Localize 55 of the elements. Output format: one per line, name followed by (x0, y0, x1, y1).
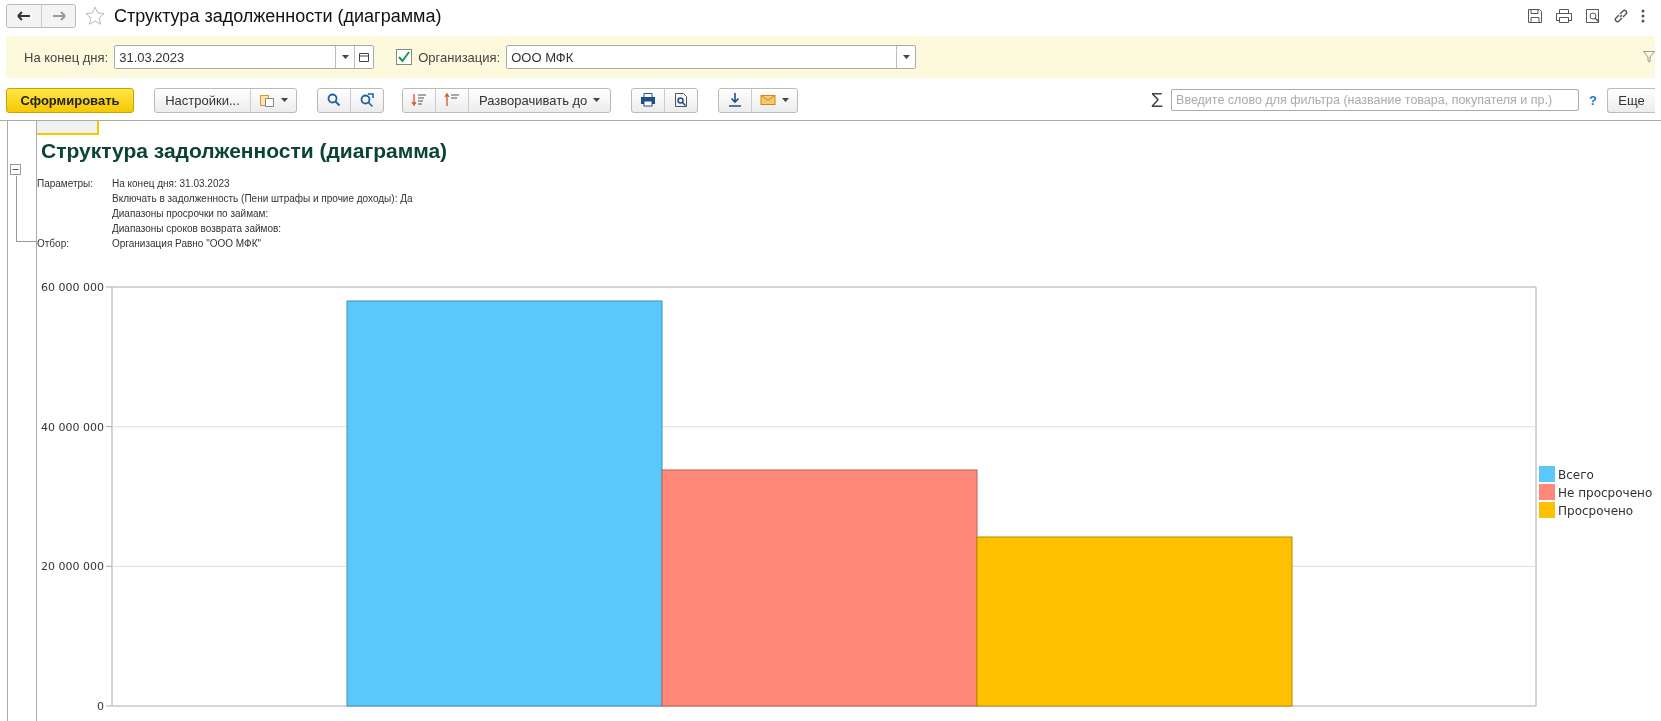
caret-icon (902, 55, 910, 59)
sum-symbol[interactable]: Σ (1150, 88, 1164, 112)
expand-to-button[interactable]: Разворачивать до (468, 88, 611, 112)
filter-icon[interactable] (1643, 51, 1655, 63)
generate-button[interactable]: Сформировать (6, 87, 134, 113)
caret-icon (341, 55, 349, 59)
organization-field[interactable]: ООО МФК (506, 45, 917, 69)
report-title: Структура задолженности (диаграмма) (41, 139, 448, 163)
calendar-icon (359, 52, 370, 62)
preview-icon[interactable] (1585, 8, 1601, 24)
axis-label: 0 (97, 700, 104, 713)
parameter-value: Организация Равно "ООО МФК" (112, 237, 262, 250)
search-field[interactable]: Введите слово для фильтра (название товара, покупателя и пр.) (1171, 89, 1580, 111)
window-title: Структура задолженности (диаграмма) (114, 5, 442, 27)
parameter-label: Отбор: (37, 237, 69, 250)
group-bracket (16, 176, 37, 242)
link-icon[interactable] (1613, 8, 1629, 24)
collapse-icon[interactable] (10, 164, 21, 175)
arrow-right-icon (51, 11, 66, 21)
parameter-value: Диапазоны просрочки по займам: (112, 207, 269, 220)
more-button[interactable]: Еще (1607, 87, 1655, 113)
search-icon (326, 92, 342, 108)
date-label: На конец дня: (24, 49, 109, 65)
download-icon (727, 92, 744, 108)
settings-button[interactable]: Настройки... (155, 88, 250, 112)
more-icon[interactable] (1641, 8, 1645, 24)
organization-checkbox[interactable] (396, 49, 413, 65)
envelope-icon (760, 92, 777, 108)
documents-icon (259, 93, 275, 107)
preview-icon (673, 92, 690, 108)
selected-cell[interactable] (37, 121, 99, 135)
date-field[interactable]: 31.03.2023 (114, 45, 375, 69)
caret-icon (782, 98, 790, 102)
axis-label: 60 000 000 (41, 281, 104, 294)
search-next-icon (359, 92, 375, 108)
help-link[interactable]: ? (1589, 92, 1597, 108)
caret-icon (593, 98, 601, 102)
sort-descending-icon (411, 92, 427, 108)
axis-label: 20 000 000 (41, 560, 104, 574)
sort-ascending-icon (444, 92, 460, 108)
parameter-label: Параметры: (37, 177, 94, 190)
caret-icon (281, 98, 288, 102)
star-icon[interactable] (84, 5, 106, 27)
axis-label: 40 000 000 (41, 420, 104, 434)
parameter-value: На конец дня: 31.03.2023 (112, 177, 230, 190)
parameter-value: Включать в задолженность (Пени штрафы и прочие доходы): Да (112, 192, 413, 205)
save-icon[interactable] (1527, 8, 1543, 24)
organization-label: Организация: (418, 49, 501, 65)
parameter-value: Диапазоны сроков возврата займов: (112, 222, 282, 235)
print-icon[interactable] (1555, 8, 1573, 24)
legend-label: Всего (1558, 468, 1594, 482)
arrow-left-icon (17, 11, 31, 21)
print-icon (640, 92, 657, 108)
legend-label: Не просрочено (1558, 486, 1653, 500)
legend-label: Просрочено (1558, 504, 1634, 518)
